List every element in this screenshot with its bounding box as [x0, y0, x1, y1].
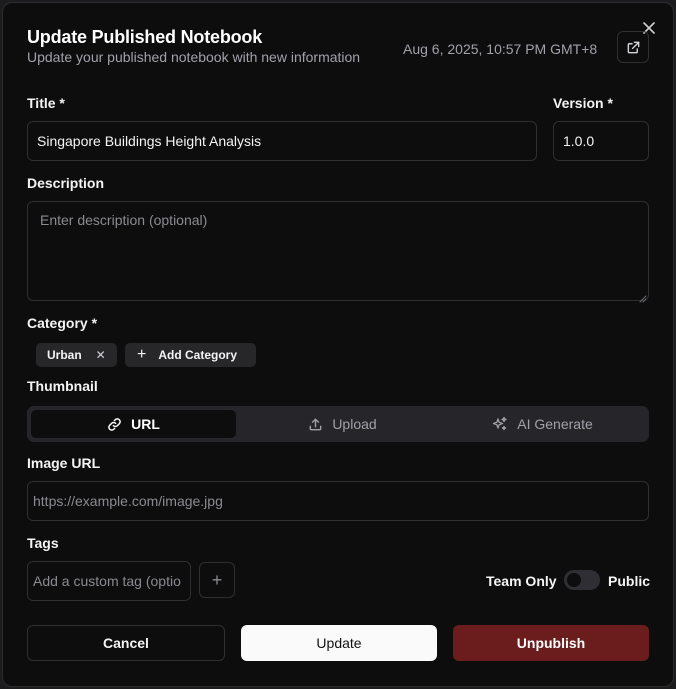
upload-icon [309, 418, 322, 430]
thumbnail-source-tabs: URL Upload AI Generate [27, 406, 649, 442]
public-label: Public [608, 573, 651, 589]
dialog-title: Update Published Notebook [27, 27, 263, 47]
cancel-button[interactable]: Cancel [27, 625, 225, 661]
tab-ai-generate[interactable]: AI Generate [440, 410, 645, 438]
custom-tag-input[interactable] [27, 561, 191, 601]
update-notebook-dialog: Update Published Notebook Update your pu… [2, 2, 674, 687]
tab-url[interactable]: URL [31, 410, 236, 438]
toggle-knob [567, 573, 581, 587]
dialog-subtitle: Update your published notebook with new … [27, 49, 361, 65]
category-label: Category * [27, 315, 98, 331]
plus-icon: + [211, 569, 223, 590]
external-link-icon [627, 41, 639, 53]
category-chip-label: Urban [47, 348, 82, 362]
open-external-button[interactable] [617, 31, 649, 63]
add-category-label: Add Category [158, 348, 238, 362]
add-category-button[interactable]: + Add Category [125, 343, 256, 367]
description-textarea[interactable] [27, 201, 649, 301]
version-label: Version * [553, 95, 613, 111]
team-only-label: Team Only [486, 573, 557, 589]
image-url-label: Image URL [27, 455, 101, 471]
category-chip-urban: Urban ✕ [36, 343, 117, 367]
description-label: Description [27, 175, 105, 191]
title-label: Title * [27, 95, 65, 111]
version-input[interactable] [553, 121, 649, 161]
visibility-toggle[interactable] [564, 570, 600, 590]
tab-upload[interactable]: Upload [240, 410, 445, 438]
update-button[interactable]: Update [241, 625, 437, 661]
thumbnail-label: Thumbnail [27, 378, 98, 394]
resize-grip-icon[interactable] [637, 290, 647, 303]
image-url-input[interactable] [27, 481, 649, 521]
plus-icon: + [137, 346, 147, 363]
publish-timestamp: Aug 6, 2025, 10:57 PM GMT+8 [403, 41, 598, 57]
title-input[interactable] [27, 121, 537, 161]
link-icon [108, 417, 121, 431]
remove-category-icon[interactable]: ✕ [96, 348, 106, 362]
add-tag-button[interactable]: + [199, 562, 235, 598]
tags-label: Tags [27, 535, 59, 551]
unpublish-button[interactable]: Unpublish [453, 625, 649, 661]
sparkles-icon [493, 416, 507, 431]
